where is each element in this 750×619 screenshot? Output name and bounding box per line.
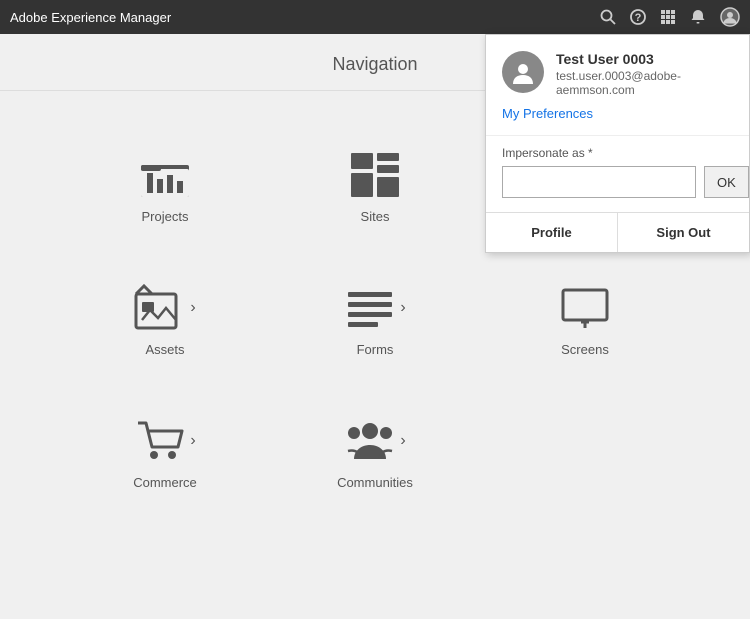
app-title: Adobe Experience Manager [10,10,171,25]
navigation-title: Navigation [332,54,417,74]
forms-icon: › [344,284,405,332]
projects-label: Projects [142,209,189,224]
nav-item-forms[interactable]: › Forms [270,254,480,387]
assets-label: Assets [145,342,184,357]
projects-icon [139,151,191,199]
help-icon[interactable]: ? [630,9,646,25]
profile-username: Test User 0003 [556,51,733,67]
nav-item-projects[interactable]: Projects [60,121,270,254]
my-preferences-link[interactable]: My Preferences [502,106,593,121]
signout-button[interactable]: Sign Out [618,213,749,252]
topbar-icons: ? [600,7,740,27]
screens-label: Screens [561,342,609,357]
communities-icon: › [344,417,405,465]
sites-icon [349,151,401,199]
nav-item-communities[interactable]: › Communities [270,387,480,520]
topbar: Adobe Experience Manager ? [0,0,750,34]
commerce-arrow: › [190,432,195,450]
user-profile-icon[interactable] [720,7,740,27]
profile-user-info: Test User 0003 test.user.0003@adobe-aemm… [556,51,733,97]
nav-item-assets[interactable]: › Assets [60,254,270,387]
commerce-label: Commerce [133,475,197,490]
bell-icon[interactable] [690,9,706,25]
impersonate-row: OK [502,166,733,198]
nav-item-screens[interactable]: Screens [480,254,690,387]
commerce-icon: › [134,417,195,465]
assets-arrow: › [190,299,195,317]
profile-button[interactable]: Profile [486,213,618,252]
main-content: Navigation Projects [0,34,750,619]
grid-icon[interactable] [660,9,676,25]
impersonate-ok-button[interactable]: OK [704,166,749,198]
avatar [502,51,544,93]
communities-arrow: › [400,432,405,450]
screens-icon [559,284,611,332]
nav-item-commerce[interactable]: › Commerce [60,387,270,520]
communities-label: Communities [337,475,413,490]
profile-action-buttons: Profile Sign Out [486,212,749,252]
profile-popup: Test User 0003 test.user.0003@adobe-aemm… [485,34,750,253]
impersonate-input[interactable] [502,166,696,198]
profile-preferences-link-container: My Preferences [486,105,749,135]
impersonate-section: Impersonate as * OK [486,135,749,212]
svg-text:?: ? [635,12,642,24]
forms-label: Forms [357,342,394,357]
nav-item-sites[interactable]: Sites [270,121,480,254]
sites-label: Sites [361,209,390,224]
search-icon[interactable] [600,9,616,25]
assets-icon: › [134,284,195,332]
profile-user-section: Test User 0003 test.user.0003@adobe-aemm… [486,35,749,105]
profile-email: test.user.0003@adobe-aemmson.com [556,69,733,97]
forms-arrow: › [400,299,405,317]
impersonate-label: Impersonate as * [502,146,733,160]
